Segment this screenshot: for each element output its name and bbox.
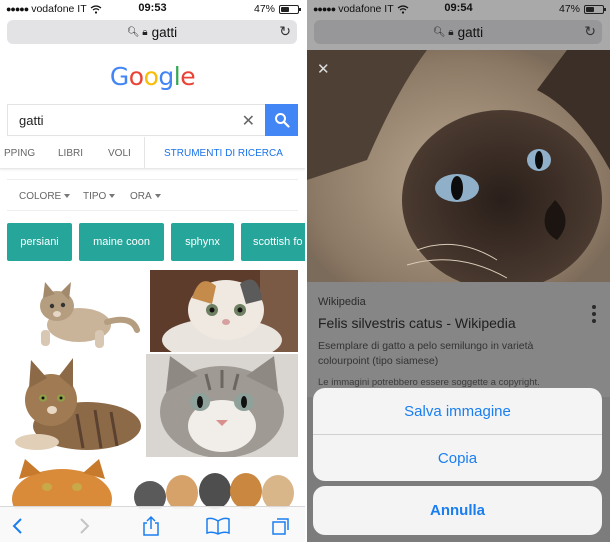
close-icon[interactable]: ✕: [317, 60, 330, 78]
image-result-grey-kitten[interactable]: [146, 354, 298, 457]
tab-shopping[interactable]: PPING: [4, 148, 35, 159]
safari-toolbar: [0, 506, 305, 542]
image-result-orange-cat[interactable]: [7, 459, 117, 509]
chip-maine-coon[interactable]: maine coon: [79, 223, 164, 261]
filter-color-label: COLORE: [19, 191, 62, 202]
status-bar: ●●●●● vodafone IT 09:54 47%: [307, 0, 610, 18]
save-image-button[interactable]: Salva immagine: [313, 388, 602, 434]
filter-color[interactable]: COLORE: [19, 191, 71, 202]
address-text: gatti: [151, 24, 178, 40]
search-button[interactable]: [265, 104, 298, 136]
calico-kitten-image: [150, 270, 298, 352]
forward-icon[interactable]: [74, 515, 96, 537]
image-result-calico-kitten[interactable]: [150, 270, 298, 352]
clear-icon[interactable]: ✕: [242, 111, 255, 131]
search-tabs: PPING LIBRI VOLI STRUMENTI DI RICERCA: [0, 137, 305, 169]
siamese-cat-image: [307, 40, 610, 320]
result-title[interactable]: Felis silvestris catus - Wikipedia: [318, 315, 516, 331]
battery-percent: 47%: [253, 3, 275, 15]
tabs-icon[interactable]: [270, 515, 292, 537]
chip-sphynx[interactable]: sphynx: [171, 223, 234, 261]
result-source[interactable]: Wikipedia: [318, 296, 366, 308]
battery-icon: [279, 4, 301, 14]
google-logo-letter: g: [158, 62, 174, 91]
search-input[interactable]: gatti ✕: [7, 104, 265, 136]
siamese-cat-photo[interactable]: [307, 40, 610, 320]
tab-voli[interactable]: VOLI: [108, 148, 131, 159]
address-bar[interactable]: 🔍︎ 🔒︎ gatti ↻: [7, 20, 297, 44]
related-chips: persiani maine coon sphynx scottish fo: [7, 223, 305, 261]
reload-icon[interactable]: ↻: [584, 23, 596, 40]
search-lock-icon: 🔍︎ 🔒︎: [126, 26, 148, 38]
google-logo-letter: G: [109, 62, 129, 91]
battery-info: 47%: [558, 3, 606, 15]
result-description: Esemplare di gatto a pelo semilungo in v…: [318, 340, 534, 367]
filter-time[interactable]: ORA: [130, 191, 161, 202]
tab-libri[interactable]: LIBRI: [58, 148, 83, 159]
dimmed-header: ●●●●● vodafone IT 09:54 47% 🔍︎ 🔒︎ gatti …: [307, 0, 610, 50]
cancel-button[interactable]: Annulla: [313, 486, 602, 535]
chip-scottish-fold[interactable]: scottish fo: [241, 223, 305, 261]
copy-button[interactable]: Copia: [313, 435, 602, 481]
reload-icon[interactable]: ↻: [279, 23, 291, 40]
bookmarks-icon[interactable]: [206, 515, 230, 537]
filter-bar: COLORE TIPO ORA: [7, 179, 298, 211]
address-bar[interactable]: 🔍︎ 🔒︎ gatti ↻: [314, 20, 602, 44]
battery-info: 47%: [253, 3, 301, 15]
battery-percent: 47%: [558, 3, 580, 15]
tab-search-tools[interactable]: STRUMENTI DI RICERCA: [164, 148, 283, 159]
copyright-note: Le immagini potrebbero essere soggette a…: [318, 377, 540, 388]
kittens-row-image: [134, 473, 294, 509]
left-phone-screen: ●●●●● vodafone IT 09:53 47% 🔍︎ 🔒︎ gatti …: [0, 0, 305, 542]
orange-cat-image: [12, 459, 112, 509]
google-logo: Google: [0, 62, 305, 91]
more-options-icon[interactable]: [592, 305, 596, 326]
action-sheet: Salva immagine Copia: [313, 388, 602, 481]
dropdown-icon: [154, 194, 161, 198]
tabby-cat-image: [15, 358, 141, 450]
image-result-kitten-white[interactable]: [7, 270, 147, 352]
grey-kitten-image: [146, 354, 298, 457]
search-icon: [274, 113, 290, 128]
search-query: gatti: [19, 112, 44, 128]
search-box: gatti ✕: [7, 104, 298, 136]
cancel-sheet: Annulla: [313, 486, 602, 535]
image-result-info: Wikipedia Felis silvestris catus - Wikip…: [307, 282, 610, 397]
chip-persiani[interactable]: persiani: [7, 223, 72, 261]
filter-time-label: ORA: [130, 191, 152, 202]
back-icon[interactable]: [6, 515, 28, 537]
dropdown-icon: [109, 194, 116, 198]
share-icon[interactable]: [140, 515, 162, 537]
filter-type-label: TIPO: [83, 191, 107, 202]
address-text: gatti: [457, 24, 484, 40]
image-result-tabby-cat[interactable]: [7, 354, 143, 457]
tab-divider: [144, 137, 145, 169]
kitten-image: [40, 282, 140, 348]
status-bar: ●●●●● vodafone IT 09:53 47%: [0, 0, 305, 18]
right-phone-screen: ●●●●● vodafone IT 09:54 47% 🔍︎ 🔒︎ gatti …: [307, 0, 610, 542]
google-logo-letter: o: [128, 62, 144, 91]
dropdown-icon: [64, 194, 71, 198]
search-lock-icon: 🔍︎ 🔒︎: [432, 26, 454, 38]
battery-icon: [584, 4, 606, 14]
google-logo-letter: o: [143, 62, 159, 91]
image-result-kittens-row[interactable]: [120, 459, 298, 509]
google-logo-letter: e: [180, 62, 196, 91]
filter-type[interactable]: TIPO: [83, 191, 116, 202]
